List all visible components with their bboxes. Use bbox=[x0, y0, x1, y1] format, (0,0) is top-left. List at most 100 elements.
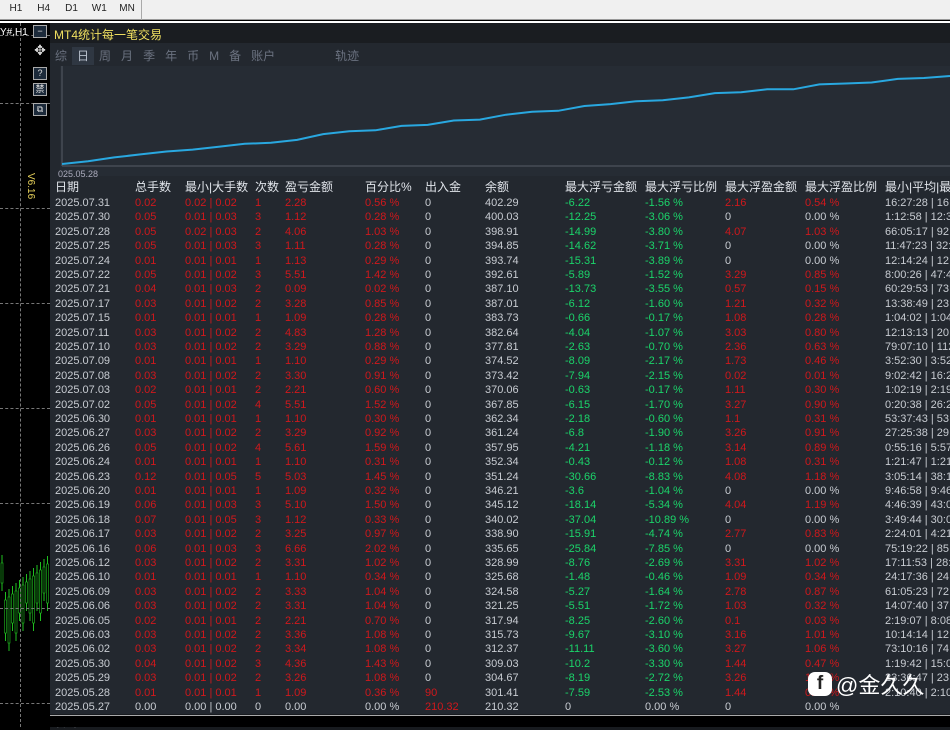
table-row[interactable]: 2025.06.03 0.03 0.01 | 0.02 2 3.36 1.08 % 0 315… bbox=[50, 628, 950, 642]
table-cell: 2 bbox=[255, 283, 262, 296]
table-row[interactable]: 2025.06.27 0.03 0.01 | 0.02 2 3.29 0.92 % 0 361… bbox=[50, 426, 950, 440]
table-cell: 377.81 bbox=[485, 341, 519, 353]
table-cell: 362.34 bbox=[485, 413, 519, 425]
table-row[interactable]: 2025.07.15 0.01 0.01 | 0.01 1 1.09 0.28 % 0 383… bbox=[50, 311, 950, 325]
column-header[interactable]: 最大浮亏金额 bbox=[565, 180, 645, 194]
table-row[interactable]: 2025.06.17 0.03 0.01 | 0.02 2 3.25 0.97 % 0 338… bbox=[50, 527, 950, 541]
table-row[interactable]: 2025.07.28 0.05 0.02 | 0.03 2 4.06 1.03 % 0 398… bbox=[50, 225, 950, 239]
column-header[interactable]: 最大浮盈比例 bbox=[805, 180, 885, 194]
column-header[interactable]: 最小|平均|最 bbox=[885, 180, 950, 194]
tab-9[interactable]: 账户 bbox=[246, 47, 280, 65]
table-cell: 0:20:38 | 26:2 bbox=[885, 398, 950, 411]
timeframe-h1[interactable]: H1 bbox=[2, 0, 30, 18]
column-header[interactable]: 总手数 bbox=[135, 180, 185, 194]
table-cell: -3.71 % bbox=[645, 240, 683, 253]
column-header[interactable]: 盈亏金额 bbox=[285, 180, 365, 194]
timeframe-h4[interactable]: H4 bbox=[30, 0, 58, 18]
table-cell: 0.01 bbox=[135, 254, 157, 267]
table-cell: 0.01 | 0.01 bbox=[185, 413, 237, 425]
table-row[interactable]: 2025.06.20 0.01 0.01 | 0.01 1 1.09 0.32 % 0 346… bbox=[50, 484, 950, 498]
table-cell: 0.04 bbox=[135, 657, 157, 670]
table-cell: 0.01 | 0.01 bbox=[185, 571, 237, 584]
table-row[interactable]: 2025.06.05 0.02 0.01 | 0.01 2 2.21 0.70 % 0 317… bbox=[50, 614, 950, 628]
table-row[interactable]: 2025.06.16 0.06 0.01 | 0.03 3 6.66 2.02 % 0 335… bbox=[50, 542, 950, 556]
column-header[interactable]: 次数 bbox=[255, 180, 285, 194]
table-cell: 1.06 % bbox=[805, 643, 840, 656]
table-row[interactable]: 2025.06.30 0.01 0.01 | 0.01 1 1.10 0.30 % 0 362… bbox=[50, 412, 950, 426]
table-cell: -8.09 bbox=[565, 355, 591, 368]
table-cell: -2.17 % bbox=[645, 355, 683, 368]
table-cell: -2.60 % bbox=[645, 614, 683, 627]
table-cell: -0.60 % bbox=[645, 413, 683, 425]
column-header[interactable]: 日期 bbox=[55, 180, 135, 194]
tab-7[interactable]: M bbox=[204, 47, 224, 65]
tab-1[interactable]: 日 bbox=[72, 47, 95, 65]
table-cell: 0.03 bbox=[135, 585, 157, 598]
restore-button[interactable]: ⧉ bbox=[33, 103, 47, 116]
table-row[interactable]: 2025.07.09 0.01 0.01 | 0.01 1 1.10 0.29 % 0 374… bbox=[50, 354, 950, 368]
column-header[interactable]: 最大浮盈金额 bbox=[725, 180, 805, 194]
tab-4[interactable]: 季 bbox=[138, 47, 160, 65]
table-row[interactable]: 2025.07.02 0.05 0.01 | 0.02 4 5.51 1.52 % 0 367… bbox=[50, 398, 950, 412]
table-row[interactable]: 2025.05.27 0.00 0.00 | 0.00 0 0.00 0.00 % 210.… bbox=[50, 700, 950, 714]
tab-3[interactable]: 月 bbox=[116, 47, 138, 65]
table-cell: 0.01 bbox=[135, 355, 157, 368]
column-header[interactable]: 出入金 bbox=[425, 180, 485, 194]
table-row[interactable]: 2025.06.19 0.06 0.01 | 0.03 3 5.10 1.50 % 0 345… bbox=[50, 498, 950, 512]
table-cell: 2 bbox=[255, 672, 262, 685]
column-header[interactable]: 百分比% bbox=[365, 180, 425, 194]
tab-8[interactable]: 备 bbox=[224, 47, 246, 65]
tab-10[interactable]: 轨迹 bbox=[330, 47, 364, 65]
table-cell: 0.02 bbox=[135, 384, 157, 397]
table-cell: -8.25 bbox=[565, 614, 591, 627]
table-cell: 0.91 % bbox=[365, 369, 400, 382]
disable-button[interactable]: 禁 bbox=[33, 83, 47, 96]
table-cell: 1.73 bbox=[725, 355, 747, 368]
table-cell: -37.04 bbox=[565, 513, 597, 526]
timeframe-mn[interactable]: MN bbox=[113, 0, 141, 18]
table-cell: -2.69 % bbox=[645, 557, 683, 569]
table-cell: 3.36 bbox=[285, 629, 307, 641]
move-icon[interactable]: ✥ bbox=[33, 43, 47, 58]
column-header[interactable]: 最小|大手数 bbox=[185, 180, 255, 194]
table-row[interactable]: 2025.07.08 0.03 0.01 | 0.02 2 3.30 0.91 % 0 373… bbox=[50, 369, 950, 383]
table-row[interactable]: 2025.07.11 0.03 0.01 | 0.02 2 4.83 1.28 % 0 382… bbox=[50, 326, 950, 340]
tab-6[interactable]: 币 bbox=[182, 47, 204, 65]
table-row[interactable]: 2025.07.03 0.02 0.01 | 0.01 2 2.21 0.60 % 0 370… bbox=[50, 383, 950, 397]
table-row[interactable]: 2025.06.24 0.01 0.01 | 0.01 1 1.10 0.31 % 0 352… bbox=[50, 455, 950, 469]
table-row[interactable]: 2025.07.10 0.03 0.01 | 0.02 2 3.29 0.88 % 0 377… bbox=[50, 340, 950, 354]
table-row[interactable]: 2025.07.24 0.01 0.01 | 0.01 1 1.13 0.29 % 0 393… bbox=[50, 254, 950, 268]
tab-2[interactable]: 周 bbox=[94, 47, 116, 65]
table-row[interactable]: 2025.06.18 0.07 0.01 | 0.05 3 1.12 0.33 % 0 340… bbox=[50, 513, 950, 527]
timeframe-w1[interactable]: W1 bbox=[85, 0, 113, 18]
help-button[interactable]: ? bbox=[33, 67, 47, 80]
column-header[interactable]: 余额 bbox=[485, 180, 565, 194]
table-row[interactable]: 2025.06.09 0.03 0.01 | 0.02 2 3.33 1.04 % 0 324… bbox=[50, 585, 950, 599]
tab-0[interactable]: 综 bbox=[50, 47, 72, 65]
table-row[interactable]: 2025.06.23 0.12 0.01 | 0.05 5 5.03 1.45 % 0 351… bbox=[50, 470, 950, 484]
table-cell: 210.32 bbox=[425, 701, 459, 713]
table-row[interactable]: 2025.07.22 0.05 0.01 | 0.02 3 5.51 1.42 % 0 392… bbox=[50, 268, 950, 282]
table-cell: -3.6 bbox=[565, 485, 584, 497]
minimize-button[interactable]: − bbox=[33, 25, 47, 38]
table-cell: 0.03 % bbox=[805, 614, 840, 627]
table-row[interactable]: 2025.07.21 0.04 0.01 | 0.03 2 0.09 0.02 % 0 387… bbox=[50, 282, 950, 296]
table-row[interactable]: 2025.07.25 0.05 0.01 | 0.03 3 1.11 0.28 % 0 394… bbox=[50, 239, 950, 253]
table-row[interactable]: 2025.06.02 0.03 0.01 | 0.02 2 3.34 1.08 % 0 312… bbox=[50, 642, 950, 656]
table-cell: 0.01 | 0.03 bbox=[185, 240, 237, 253]
table-row[interactable]: 2025.06.26 0.05 0.01 | 0.02 4 5.61 1.59 % 0 357… bbox=[50, 441, 950, 455]
table-row[interactable]: 2025.07.30 0.05 0.01 | 0.03 3 1.12 0.28 % 0 400… bbox=[50, 210, 950, 224]
table-row[interactable]: 2025.06.12 0.03 0.01 | 0.02 2 3.31 1.02 % 0 328… bbox=[50, 556, 950, 570]
table-cell: 14:07:40 | 37: bbox=[885, 600, 950, 613]
table-cell: 0.56 % bbox=[365, 197, 400, 209]
column-header[interactable]: 最大浮亏比例 bbox=[645, 180, 725, 194]
table-row[interactable]: 2025.07.17 0.03 0.01 | 0.02 2 3.28 0.85 % 0 387… bbox=[50, 297, 950, 311]
table-row[interactable]: 2025.06.06 0.03 0.01 | 0.02 2 3.31 1.04 % 0 321… bbox=[50, 599, 950, 613]
tab-5[interactable]: 年 bbox=[160, 47, 182, 65]
table-row[interactable]: 2025.06.10 0.01 0.01 | 0.01 1 1.10 0.34 % 0 325… bbox=[50, 570, 950, 584]
table-cell: 210.32 bbox=[485, 701, 519, 713]
table-row[interactable]: 2025.07.31 0.02 0.02 | 0.02 1 2.28 0.56 % 0 402… bbox=[50, 196, 950, 210]
table-cell: 351.24 bbox=[485, 470, 519, 483]
table-cell: 3:52:30 | 3:52 bbox=[885, 355, 950, 368]
timeframe-d1[interactable]: D1 bbox=[58, 0, 86, 18]
